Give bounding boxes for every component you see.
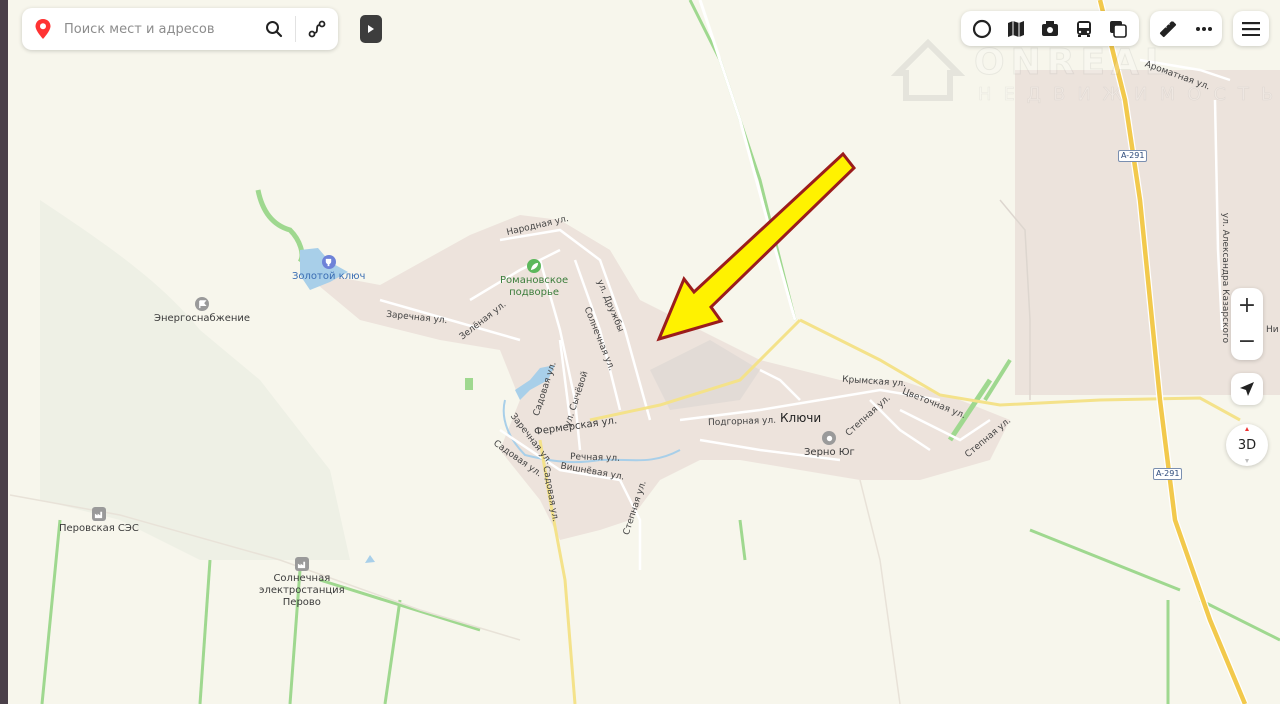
leaf-icon: [527, 259, 542, 273]
ruler-icon: [1159, 19, 1177, 37]
poi-label: Энергоснабжение: [154, 313, 251, 324]
poi-label-line2: подворье: [509, 287, 560, 298]
layer-map-button[interactable]: [1004, 17, 1028, 41]
layer-satellite-button[interactable]: [1106, 17, 1130, 41]
poi-label-line2: электростанция: [259, 585, 345, 596]
bus-icon: [1077, 20, 1091, 37]
road-badge-a291-south: A-291: [1153, 468, 1183, 480]
watermark-logo-icon: [890, 38, 966, 101]
map-book-icon: [1008, 20, 1024, 37]
location-arrow-icon: [1240, 382, 1254, 396]
menu-button[interactable]: [1233, 11, 1269, 46]
map-canvas[interactable]: ONREAL НЕДВИЖИМОСТЬ Народная ул. Заречна…: [0, 0, 1280, 704]
poi-romanovskoe-podvorye[interactable]: Романовское подворье: [500, 259, 568, 299]
street-label-kazarskogo: ул. Александра Казарского: [1220, 212, 1231, 344]
poi-label-line1: Романовское: [500, 275, 569, 286]
poi-label-line3: Перово: [282, 597, 321, 608]
layer-transport-button[interactable]: [1072, 17, 1096, 41]
poi-label: Перовская СЭС: [59, 523, 139, 534]
zoom-control: + −: [1231, 288, 1263, 360]
watermark-subtitle: НЕДВИЖИМОСТЬ: [978, 84, 1280, 106]
ruler-button[interactable]: [1156, 17, 1180, 41]
camera-icon: [1042, 20, 1058, 36]
more-dots-icon: [1196, 26, 1212, 31]
poi-perovskaya-ses[interactable]: Перовская СЭС: [59, 507, 139, 535]
poi-label-line1: Солнечная: [273, 573, 331, 584]
view-3d-label: 3D: [1237, 437, 1257, 453]
search-panel: [22, 8, 338, 50]
tools-toolbar: [1150, 11, 1222, 46]
play-icon: [368, 25, 374, 33]
road-badge-a291-north: A-291: [1118, 150, 1148, 162]
route-button[interactable]: [296, 8, 338, 50]
layer-photo-button[interactable]: [1038, 17, 1062, 41]
window-edge: [0, 0, 8, 704]
zoom-out-button[interactable]: −: [1238, 331, 1256, 353]
globe-icon: [972, 19, 992, 38]
search-input[interactable]: [64, 21, 253, 37]
flag-icon: [195, 297, 210, 311]
grain-icon: [822, 431, 837, 445]
poi-zerno-yug[interactable]: Зерно Юг: [804, 431, 855, 459]
poi-energosnabzhenie[interactable]: Энергоснабжение: [154, 297, 250, 325]
search-icon: [266, 21, 283, 38]
collapse-panel-button[interactable]: [360, 15, 382, 43]
village-label-klyuchi: Ключи: [780, 411, 822, 425]
layer-panorama-button[interactable]: [970, 17, 994, 41]
watermark-brand: ONREAL: [974, 42, 1174, 84]
factory-icon: [91, 507, 106, 521]
more-button[interactable]: [1192, 17, 1216, 41]
poi-solar-station-perovo[interactable]: Солнечная электростанция Перово: [259, 557, 345, 609]
factory-icon: [294, 557, 309, 571]
hamburger-icon: [1242, 21, 1260, 36]
poi-label: Зерно Юг: [804, 447, 855, 458]
street-label-podgornaya: Подгорная ул.: [707, 415, 777, 429]
poi-zolotoy-klyuch[interactable]: Золотой ключ: [292, 255, 365, 283]
street-label-ni: Ни: [1266, 325, 1279, 335]
layers-toolbar: [961, 11, 1139, 46]
trophy-icon: [321, 255, 336, 269]
zoom-in-button[interactable]: +: [1238, 295, 1256, 317]
poi-label: Золотой ключ: [292, 271, 366, 282]
layers-icon: [1110, 20, 1127, 38]
my-location-button[interactable]: [1231, 373, 1263, 405]
search-button[interactable]: [253, 8, 295, 50]
route-icon: [308, 20, 326, 38]
view-3d-button[interactable]: 3D: [1226, 424, 1268, 466]
map-pin-logo-icon[interactable]: [22, 8, 64, 50]
